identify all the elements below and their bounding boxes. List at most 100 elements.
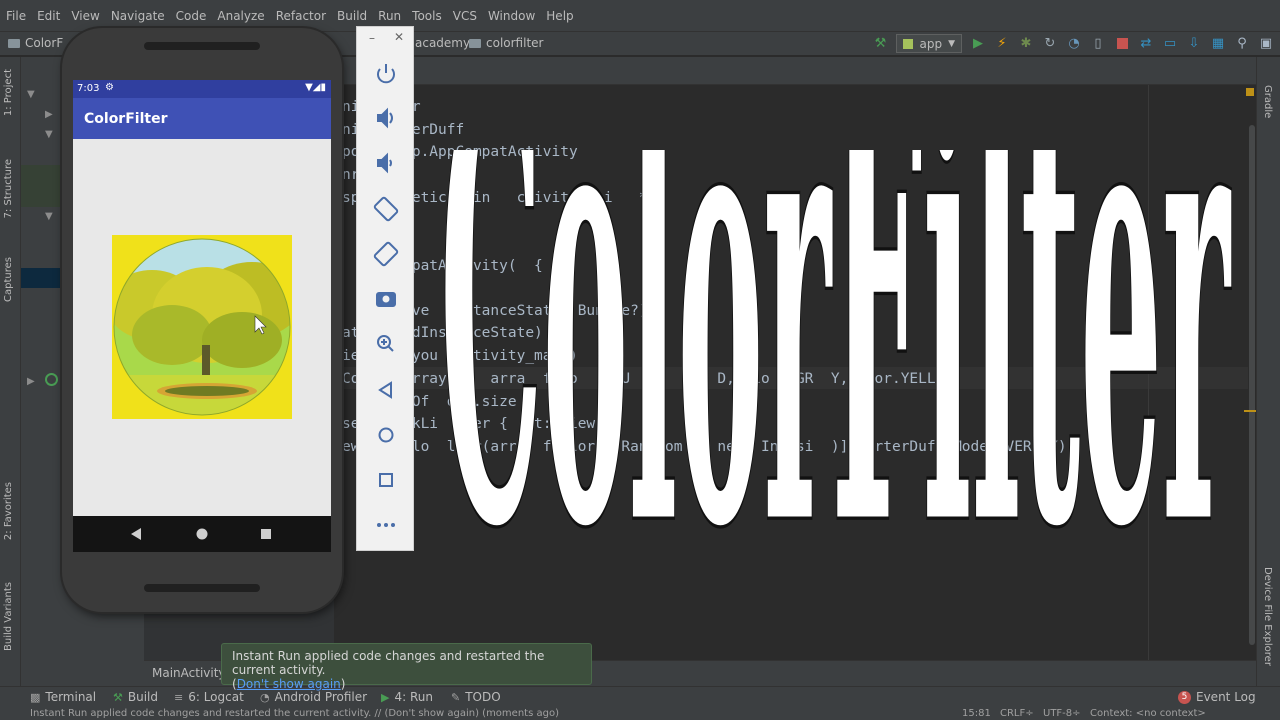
- overlay-title-text: ColorFilter: [440, 150, 1233, 570]
- tab-structure[interactable]: 7: Structure: [3, 159, 14, 218]
- status-message[interactable]: Instant Run applied code changes and res…: [30, 708, 559, 720]
- avd-manager-icon[interactable]: ▭: [1162, 36, 1178, 52]
- tool-build[interactable]: ⚒ Build: [113, 690, 158, 704]
- camera-icon[interactable]: [376, 292, 396, 307]
- run-icon: ▶: [381, 690, 390, 704]
- breadcrumb-project[interactable]: ColorF: [8, 36, 63, 50]
- zoom-icon[interactable]: [377, 335, 394, 352]
- breadcrumb-academy[interactable]: academy: [415, 36, 470, 50]
- menu-code[interactable]: Code: [176, 9, 207, 23]
- todo-icon: ✎: [451, 690, 461, 704]
- tool-event-log[interactable]: 5 Event Log: [1178, 690, 1256, 704]
- instant-run-notification: Instant Run applied code changes and res…: [221, 643, 592, 691]
- recents-icon[interactable]: [261, 529, 271, 539]
- help-icon[interactable]: ▣: [1258, 36, 1274, 52]
- back-icon[interactable]: [131, 528, 141, 540]
- more-icon[interactable]: [377, 523, 395, 527]
- hammer-icon[interactable]: ⚒: [872, 36, 888, 52]
- home-icon[interactable]: [378, 427, 394, 443]
- event-log-badge: 5: [1178, 690, 1191, 704]
- app-toolbar: ColorFilter: [73, 98, 331, 139]
- tree-expand-icon[interactable]: ▼: [27, 89, 35, 100]
- power-icon[interactable]: [377, 64, 395, 84]
- menu-window[interactable]: Window: [488, 9, 535, 23]
- menu-build[interactable]: Build: [337, 9, 367, 23]
- dont-show-again-link[interactable]: Don't show again: [237, 677, 341, 691]
- menu-analyze[interactable]: Analyze: [217, 9, 264, 23]
- tab-captures[interactable]: Captures: [3, 257, 14, 302]
- menu-vcs[interactable]: VCS: [453, 9, 477, 23]
- run-config-select[interactable]: app ▼: [896, 34, 962, 53]
- device-icon[interactable]: ▯: [1090, 36, 1106, 52]
- tool-window-bar: ▩ Terminal ⚒ Build ≡ 6: Logcat ◔ Android…: [0, 686, 1280, 708]
- menu-help[interactable]: Help: [546, 9, 573, 23]
- back-icon[interactable]: [378, 381, 392, 399]
- emulator-controls: – ✕: [356, 26, 414, 551]
- signal-battery-icon: ▼◢▮: [305, 82, 326, 93]
- tree-photo-icon: [113, 238, 291, 416]
- tool-todo-label: TODO: [465, 690, 501, 704]
- file-encoding[interactable]: UTF-8÷: [1043, 708, 1081, 720]
- tree-collapse-icon[interactable]: ▶: [27, 376, 35, 387]
- apply-changes-icon[interactable]: ⚡: [994, 36, 1010, 52]
- breadcrumb-project-label: ColorF: [25, 36, 64, 50]
- caret-position[interactable]: 15:81: [962, 708, 991, 720]
- android-nav-bar: [73, 516, 331, 552]
- tool-event-log-label: Event Log: [1196, 690, 1256, 704]
- breadcrumb-module[interactable]: colorfilter: [469, 36, 543, 50]
- volume-down-icon[interactable]: [377, 152, 392, 174]
- folder-icon: [469, 38, 481, 48]
- tab-favorites[interactable]: 2: Favorites: [3, 482, 14, 540]
- logcat-icon: ≡: [174, 690, 184, 704]
- toolbar-actions: ⚒ app ▼ ▶ ⚡ ✱ ↻ ◔ ▯ ⇄ ▭ ⇩ ▦ ⚲ ▣: [872, 34, 1274, 53]
- run-instance-icon: [45, 373, 58, 386]
- tree-expand-icon[interactable]: ▼: [45, 211, 53, 222]
- tool-logcat[interactable]: ≡ 6: Logcat: [174, 690, 244, 704]
- tree-row-selected[interactable]: [21, 268, 61, 288]
- search-icon[interactable]: ⚲: [1234, 36, 1250, 52]
- project-structure-icon[interactable]: ▦: [1210, 36, 1226, 52]
- phone-emulator: 7:03 ⚙ ▼◢▮ ColorFilter: [62, 28, 342, 612]
- volume-up-icon[interactable]: [377, 107, 393, 129]
- chevron-down-icon: ▼: [948, 38, 955, 49]
- profiler-icon: ◔: [260, 690, 270, 704]
- left-tool-strip: 1: Project 7: Structure Captures 2: Favo…: [0, 57, 21, 686]
- tab-build-variants[interactable]: Build Variants: [3, 582, 14, 651]
- tool-build-label: Build: [127, 690, 158, 704]
- breadcrumb-class[interactable]: MainActivity: [152, 666, 226, 680]
- overview-icon[interactable]: [379, 473, 393, 487]
- menu-file[interactable]: File: [6, 9, 26, 23]
- gear-icon: ⚙: [105, 82, 114, 93]
- run-icon[interactable]: ▶: [970, 36, 986, 52]
- context-indicator[interactable]: Context: <no context>: [1090, 708, 1206, 720]
- sdk-manager-icon[interactable]: ⇩: [1186, 36, 1202, 52]
- tab-project[interactable]: 1: Project: [3, 69, 14, 116]
- tree-collapse-icon[interactable]: ▶: [45, 109, 53, 120]
- home-icon[interactable]: [196, 528, 208, 540]
- tool-terminal[interactable]: ▩ Terminal: [30, 690, 96, 704]
- menu-refactor[interactable]: Refactor: [276, 9, 326, 23]
- tab-device-file-explorer[interactable]: Device File Explorer: [1262, 567, 1273, 666]
- profile-icon[interactable]: ◔: [1066, 36, 1082, 52]
- tab-gradle[interactable]: Gradle: [1262, 85, 1273, 118]
- tree-expand-icon[interactable]: ▼: [45, 129, 53, 140]
- menu-navigate[interactable]: Navigate: [111, 9, 165, 23]
- warning-marker-icon[interactable]: [1246, 88, 1254, 96]
- tool-profiler[interactable]: ◔ Android Profiler: [260, 690, 367, 704]
- stop-icon[interactable]: [1114, 36, 1130, 52]
- phone-clock: 7:03: [77, 83, 100, 94]
- rotate-right-icon[interactable]: [373, 241, 399, 267]
- tool-run[interactable]: ▶ 4: Run: [381, 690, 433, 704]
- menu-edit[interactable]: Edit: [37, 9, 60, 23]
- debug-icon[interactable]: ✱: [1018, 36, 1034, 52]
- menu-run[interactable]: Run: [378, 9, 401, 23]
- rotate-left-icon[interactable]: [373, 196, 399, 222]
- line-separator[interactable]: CRLF÷: [1000, 708, 1034, 720]
- menu-view[interactable]: View: [71, 9, 99, 23]
- attach-debugger-icon[interactable]: ↻: [1042, 36, 1058, 52]
- filtered-tree-image[interactable]: [112, 235, 292, 419]
- phone-screen[interactable]: 7:03 ⚙ ▼◢▮ ColorFilter: [73, 80, 331, 552]
- sync-gradle-icon[interactable]: ⇄: [1138, 36, 1154, 52]
- menu-tools[interactable]: Tools: [412, 9, 442, 23]
- tool-todo[interactable]: ✎ TODO: [451, 690, 501, 704]
